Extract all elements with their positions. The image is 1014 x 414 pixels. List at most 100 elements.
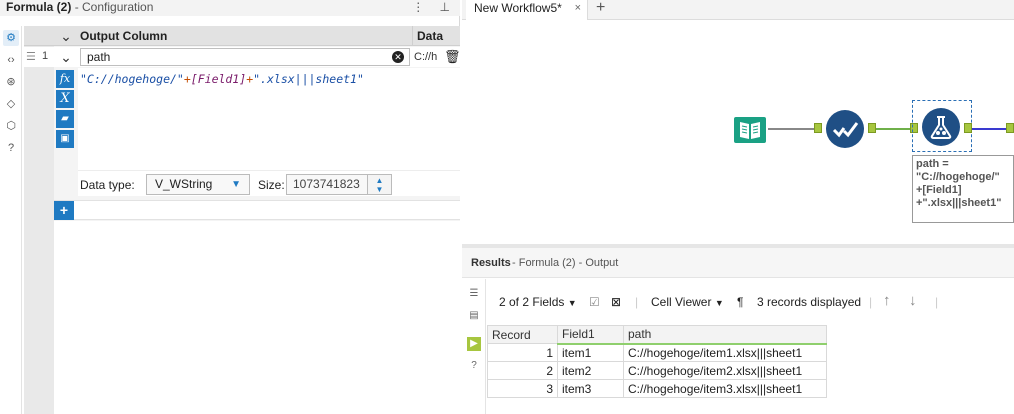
annotation-line: path = <box>916 158 949 170</box>
chevron-down-icon[interactable]: ⌄ <box>56 27 76 45</box>
connection-line <box>876 128 912 130</box>
field1-cell: item3 <box>557 379 624 398</box>
results-header: Results - Formula (2) - Output <box>462 248 1014 278</box>
app-window: Formula (2) - Configuration ⋮ ⊥ ⚙ ‹› ⊛ ◇… <box>0 0 1014 414</box>
output-anchor <box>964 123 972 133</box>
expression-textarea[interactable]: "C://hogehoge/"+[Field1]+".xlsx|||sheet1… <box>78 68 460 170</box>
path-cell: C://hogehoge/item1.xlsx|||sheet1 <box>623 343 827 362</box>
book-icon <box>734 117 766 143</box>
select-tool[interactable] <box>826 110 864 148</box>
pilcrow-icon[interactable]: ¶ <box>737 295 743 309</box>
tab-label: New Workflow5* <box>474 1 562 15</box>
message-icon[interactable]: ▤ <box>467 309 481 323</box>
caret-down-icon: ▼ <box>714 298 724 308</box>
config-empty-area <box>54 221 460 414</box>
data-type-row: Data type: V_WString ▼ Size: 1073741823 … <box>78 170 460 196</box>
annotation-line: +".xlsx|||sheet1" <box>916 197 1002 209</box>
data-preview: C://h <box>414 51 438 63</box>
compass-icon[interactable]: ⊛ <box>3 74 19 90</box>
config-left-rail: ⚙ ‹› ⊛ ◇ ⬡ ? <box>0 26 22 414</box>
fields-dropdown[interactable]: 2 of 2 Fields ▼ <box>499 295 577 309</box>
output-column-header: Output Column <box>80 29 168 43</box>
path-cell: C://hogehoge/item2.xlsx|||sheet1 <box>623 361 827 380</box>
new-tab-button[interactable]: + <box>596 0 605 17</box>
connection-line <box>972 128 1008 130</box>
record-cell: 2 <box>487 361 558 380</box>
tab-new-workflow5[interactable]: New Workflow5* × <box>466 0 588 20</box>
help-icon[interactable]: ? <box>3 140 19 156</box>
output-anchor-icon[interactable]: ▶ <box>467 337 481 351</box>
table-row[interactable]: 3 item3 C://hogehoge/item3.xlsx|||sheet1 <box>487 379 827 398</box>
expression-editor: fx X ▰ ▣ "C://hogehoge/"+[Field1]+".xlsx… <box>24 68 460 196</box>
cube-icon[interactable]: ⬡ <box>3 118 19 134</box>
fields-label: 2 of 2 Fields <box>499 295 565 309</box>
toolbar-separator: | <box>635 295 639 309</box>
data-type-label: Data type: <box>80 178 135 192</box>
formula-row[interactable]: ☰ 1 ⌄ path ✕ C://h 🗑 <box>24 47 461 67</box>
connection-line <box>768 128 816 130</box>
output-column-input[interactable]: path <box>80 48 410 66</box>
pin-icon[interactable]: ⊥ <box>440 0 450 14</box>
size-input[interactable]: 1073741823 <box>286 174 368 195</box>
table-row[interactable]: 2 item2 C://hogehoge/item2.xlsx|||sheet1 <box>487 361 827 380</box>
arrow-up-icon[interactable]: ↑ <box>883 292 891 309</box>
cell-viewer-label: Cell Viewer <box>651 295 712 309</box>
config-header: Formula (2) - Configuration ⋮ ⊥ <box>0 0 460 16</box>
data-column-header: Data <box>412 26 460 46</box>
save-icon[interactable]: ▣ <box>56 130 74 148</box>
field1-cell: item2 <box>557 361 624 380</box>
output-anchor <box>868 123 876 133</box>
column-header[interactable]: Record <box>487 325 558 344</box>
arrow-down-icon[interactable]: ↓ <box>909 292 917 309</box>
size-label: Size: <box>258 178 285 192</box>
formula-tool[interactable] <box>922 108 960 146</box>
deselect-icon[interactable]: ⊠ <box>611 295 621 309</box>
column-header[interactable]: path <box>623 325 827 345</box>
records-count: 3 records displayed <box>757 295 862 309</box>
annotation-line: "C://hogehoge/" <box>916 171 1000 183</box>
config-title: Formula (2) <box>6 0 72 14</box>
path-cell: C://hogehoge/item3.xlsx|||sheet1 <box>623 379 827 398</box>
cell-viewer-dropdown[interactable]: Cell Viewer ▼ <box>651 295 724 309</box>
formula-grid: ⌄ Output Column Data ☰ 1 ⌄ path ✕ C://h … <box>24 26 461 414</box>
expr-string-1: "C://hogehoge/" <box>80 72 184 86</box>
trash-icon[interactable]: 🗑 <box>444 49 461 65</box>
row-number: 1 <box>42 50 49 62</box>
variable-icon[interactable]: X <box>56 90 74 108</box>
drag-handle-icon[interactable]: ☰ <box>26 51 38 63</box>
check-icon <box>832 122 859 138</box>
help-icon[interactable]: ? <box>467 359 481 373</box>
tool-annotation: path = "C://hogehoge/" +[Field1] +".xlsx… <box>912 155 1014 223</box>
close-icon[interactable]: × <box>575 0 581 16</box>
expr-field: [Field1] <box>190 72 247 86</box>
function-icon[interactable]: fx <box>56 70 74 88</box>
more-icon[interactable]: ⋮ <box>412 0 424 14</box>
list-icon[interactable]: ☰ <box>467 287 481 301</box>
results-left-rail: ☰ ▤ ▶ ? <box>462 279 486 414</box>
expression-tools: fx X ▰ ▣ <box>56 68 74 196</box>
column-header[interactable]: Field1 <box>557 325 624 345</box>
annotation-line: +[Field1] <box>916 184 962 196</box>
gear-icon[interactable]: ⚙ <box>3 30 19 46</box>
checkbox-icon[interactable]: ☑ <box>589 295 600 309</box>
results-toolbar: 2 of 2 Fields ▼ ☑ ⊠ | Cell Viewer ▼ ¶ 3 … <box>487 288 1014 316</box>
data-type-select[interactable]: V_WString ▼ <box>146 174 250 195</box>
caret-down-icon: ▼ <box>567 298 577 308</box>
clear-icon[interactable]: ✕ <box>392 51 404 63</box>
add-formula-button[interactable]: + <box>54 201 74 220</box>
field1-cell: item1 <box>557 343 624 362</box>
expr-op-1: + <box>183 72 191 86</box>
size-stepper[interactable]: ▲ ▼ <box>368 174 392 195</box>
tag-icon[interactable]: ◇ <box>3 96 19 112</box>
table-row[interactable]: 1 item1 C://hogehoge/item1.xlsx|||sheet1 <box>487 343 827 362</box>
chevron-down-icon: ▼ <box>231 179 241 190</box>
add-formula-row: + <box>54 200 460 220</box>
folder-open-icon[interactable]: ▰ <box>56 110 74 128</box>
chevron-down-icon[interactable]: ⌄ <box>56 48 76 66</box>
code-icon[interactable]: ‹› <box>3 52 19 68</box>
data-type-value: V_WString <box>155 177 213 191</box>
toolbar-separator: | <box>869 295 873 309</box>
input-data-tool[interactable] <box>732 112 768 148</box>
configuration-panel: Formula (2) - Configuration ⋮ ⊥ ⚙ ‹› ⊛ ◇… <box>0 0 461 414</box>
input-anchor <box>814 123 822 133</box>
